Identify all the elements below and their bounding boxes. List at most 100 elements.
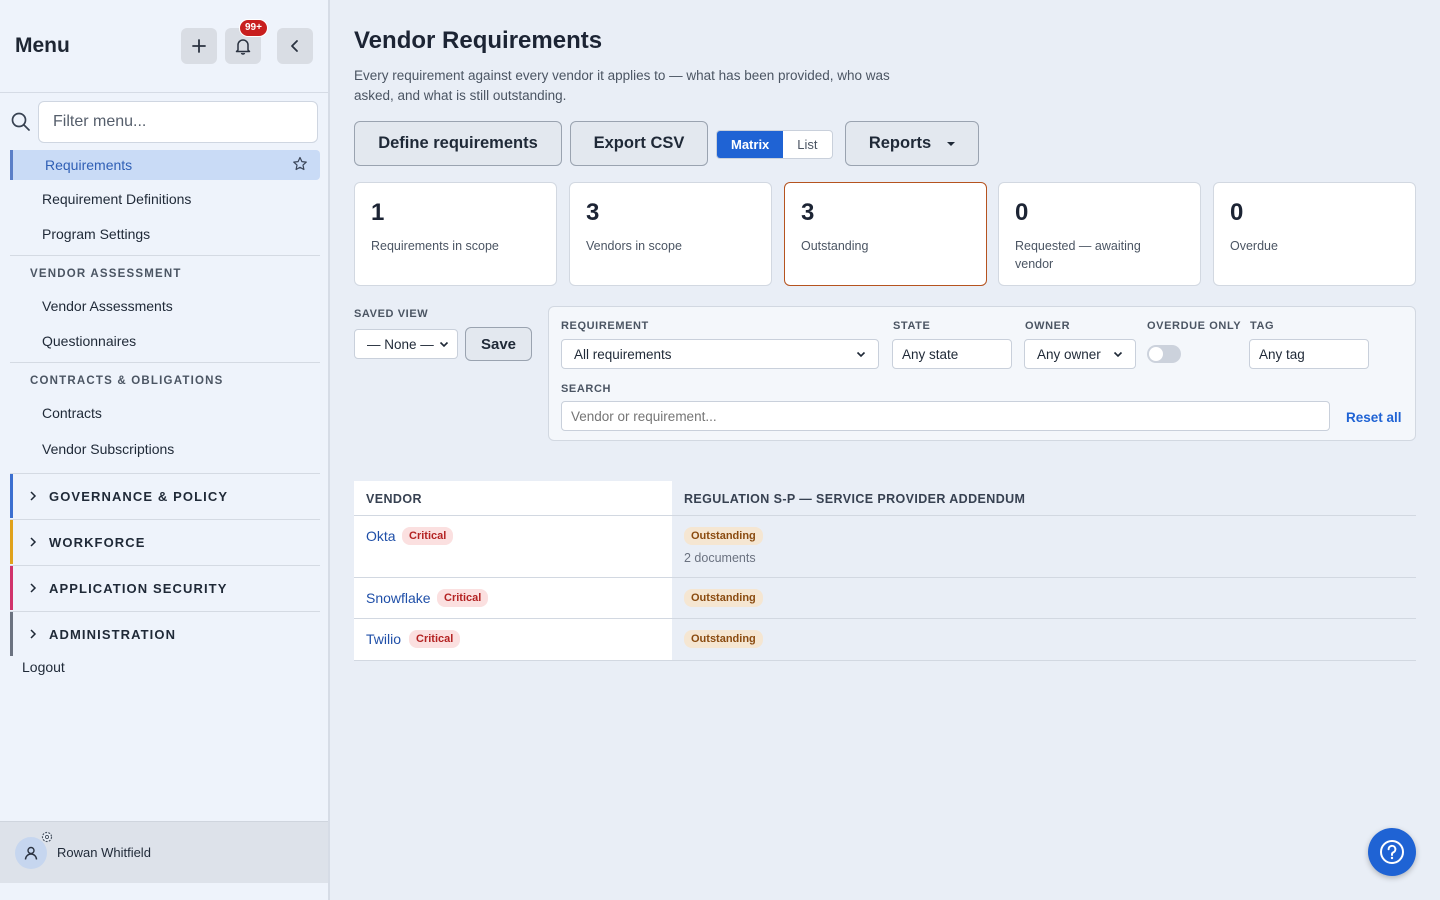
sidebar-item-requirements[interactable]: Requirements: [10, 150, 320, 180]
documents-count[interactable]: 2 documents: [684, 551, 756, 565]
saved-view-label: SAVED VIEW: [354, 308, 429, 320]
add-button[interactable]: [181, 28, 217, 64]
view-list-button[interactable]: List: [783, 131, 831, 158]
stat-label: Vendors in scope: [586, 239, 682, 253]
state-filter-input[interactable]: Any state: [892, 339, 1012, 369]
row-divider: [354, 660, 1416, 661]
column-header-requirement[interactable]: REGULATION S-P — SERVICE PROVIDER ADDEND…: [672, 481, 1416, 516]
chevron-down-icon: [439, 341, 449, 348]
sidebar-item-vendor-subscriptions[interactable]: Vendor Subscriptions: [42, 441, 174, 457]
export-csv-button[interactable]: Export CSV: [570, 121, 708, 166]
page-title: Vendor Requirements: [354, 27, 603, 54]
stat-value: 0: [1230, 199, 1244, 226]
filter-menu-input[interactable]: [38, 101, 318, 143]
reset-all-link[interactable]: Reset all: [1346, 410, 1402, 425]
chevron-right-icon: [30, 537, 37, 547]
nav-group-label: GOVERNANCE & POLICY: [49, 488, 229, 504]
chevron-down-icon: [856, 351, 866, 358]
stat-label: Overdue: [1230, 239, 1278, 253]
stat-label: Requested — awaiting vendor: [1015, 239, 1141, 271]
vendor-link-twilio[interactable]: Twilio: [366, 631, 401, 647]
row-divider: [354, 577, 1416, 578]
overdue-only-label: OVERDUE ONLY: [1147, 320, 1242, 332]
state-filter-value: Any state: [902, 346, 959, 362]
row-divider: [354, 618, 1416, 619]
stat-card-vendors[interactable]: 3 Vendors in scope: [569, 182, 772, 286]
sidebar-item-contracts[interactable]: Contracts: [42, 405, 102, 421]
chevron-right-icon: [30, 583, 37, 593]
sidebar-item-requirement-definitions[interactable]: Requirement Definitions: [42, 191, 191, 207]
stat-label: Outstanding: [801, 239, 869, 253]
vendor-link-okta[interactable]: Okta: [366, 528, 396, 544]
owner-filter-select[interactable]: Any owner: [1024, 339, 1136, 369]
define-requirements-button[interactable]: Define requirements: [354, 121, 562, 166]
chevron-down-icon: [1113, 351, 1123, 358]
sidebar-title: Menu: [15, 34, 70, 57]
saved-view-select[interactable]: — None —: [354, 329, 458, 359]
nav-group-administration[interactable]: ADMINISTRATION: [10, 612, 320, 656]
plus-icon: [192, 39, 206, 53]
owner-filter-value: Any owner: [1037, 346, 1101, 362]
stat-value: 3: [586, 199, 600, 226]
notification-count-badge: 99+: [239, 19, 268, 37]
help-button[interactable]: [1368, 828, 1416, 876]
stat-card-overdue[interactable]: 0 Overdue: [1213, 182, 1416, 286]
status-badge[interactable]: Outstanding: [684, 630, 763, 648]
tag-filter-input[interactable]: Any tag: [1249, 339, 1369, 369]
collapse-sidebar-button[interactable]: [277, 28, 313, 64]
saved-view-value: — None —: [367, 336, 434, 352]
reports-label: Reports: [868, 134, 932, 152]
stat-value: 3: [801, 199, 815, 226]
sidebar-item-vendor-assessments[interactable]: Vendor Assessments: [42, 298, 173, 314]
nav-group-label: ADMINISTRATION: [49, 626, 177, 642]
section-vendor-assessment: VENDOR ASSESSMENT: [30, 268, 182, 280]
criticality-badge: Critical: [437, 589, 489, 607]
user-name: Rowan Whitfield: [57, 845, 151, 860]
owner-filter-label: OWNER: [1025, 320, 1071, 332]
status-badge[interactable]: Outstanding: [684, 589, 763, 607]
view-matrix-button[interactable]: Matrix: [717, 131, 784, 158]
state-filter-label: STATE: [893, 320, 931, 332]
vendor-link-snowflake[interactable]: Snowflake: [366, 590, 431, 606]
reports-dropdown-button[interactable]: Reports: [845, 121, 979, 166]
chevron-right-icon: [30, 629, 37, 639]
requirement-filter-select[interactable]: All requirements: [561, 339, 879, 369]
gear-icon: [41, 831, 53, 842]
avatar: [15, 831, 53, 869]
search-label: SEARCH: [561, 383, 612, 395]
stat-card-requested[interactable]: 0 Requested — awaiting vendor: [998, 182, 1201, 286]
divider: [10, 255, 320, 256]
sidebar-item-questionnaires[interactable]: Questionnaires: [42, 333, 136, 349]
chevron-right-icon: [30, 491, 37, 501]
search-icon: [11, 112, 30, 131]
search-input[interactable]: [561, 401, 1330, 431]
nav-group-workforce[interactable]: WORKFORCE: [10, 520, 320, 564]
overdue-only-toggle[interactable]: [1147, 345, 1181, 363]
nav-group-label: WORKFORCE: [49, 534, 146, 550]
sidebar-item-program-settings[interactable]: Program Settings: [42, 226, 150, 242]
question-mark-icon: [1380, 840, 1404, 864]
status-badge[interactable]: Outstanding: [684, 527, 763, 545]
nav-group-label: APPLICATION SECURITY: [49, 580, 228, 596]
stat-label: Requirements in scope: [371, 239, 499, 253]
star-icon[interactable]: [292, 156, 308, 172]
user-profile[interactable]: Rowan Whitfield: [0, 821, 328, 883]
chevron-left-icon: [291, 40, 298, 52]
sidebar: Menu 99+ Requirements Requirement Defini…: [0, 0, 330, 900]
section-contracts-obligations: CONTRACTS & OBLIGATIONS: [30, 375, 224, 387]
page-description: Every requirement against every vendor i…: [354, 68, 890, 103]
column-header-vendor: VENDOR: [354, 481, 672, 516]
filter-panel: REQUIREMENT All requirements STATE Any s…: [548, 306, 1416, 441]
save-view-button[interactable]: Save: [465, 327, 532, 361]
user-icon: [24, 846, 38, 860]
tag-filter-label: TAG: [1250, 320, 1275, 332]
nav-group-application-security[interactable]: APPLICATION SECURITY: [10, 566, 320, 610]
logout-link[interactable]: Logout: [22, 659, 65, 675]
requirement-filter-value: All requirements: [574, 346, 672, 362]
notifications-button[interactable]: 99+: [225, 19, 268, 64]
criticality-badge: Critical: [402, 527, 454, 545]
stat-card-outstanding[interactable]: 3 Outstanding: [784, 182, 987, 286]
nav-group-governance-policy[interactable]: GOVERNANCE & POLICY: [10, 474, 320, 518]
stat-card-requirements[interactable]: 1 Requirements in scope: [354, 182, 557, 286]
stat-value: 0: [1015, 199, 1029, 226]
